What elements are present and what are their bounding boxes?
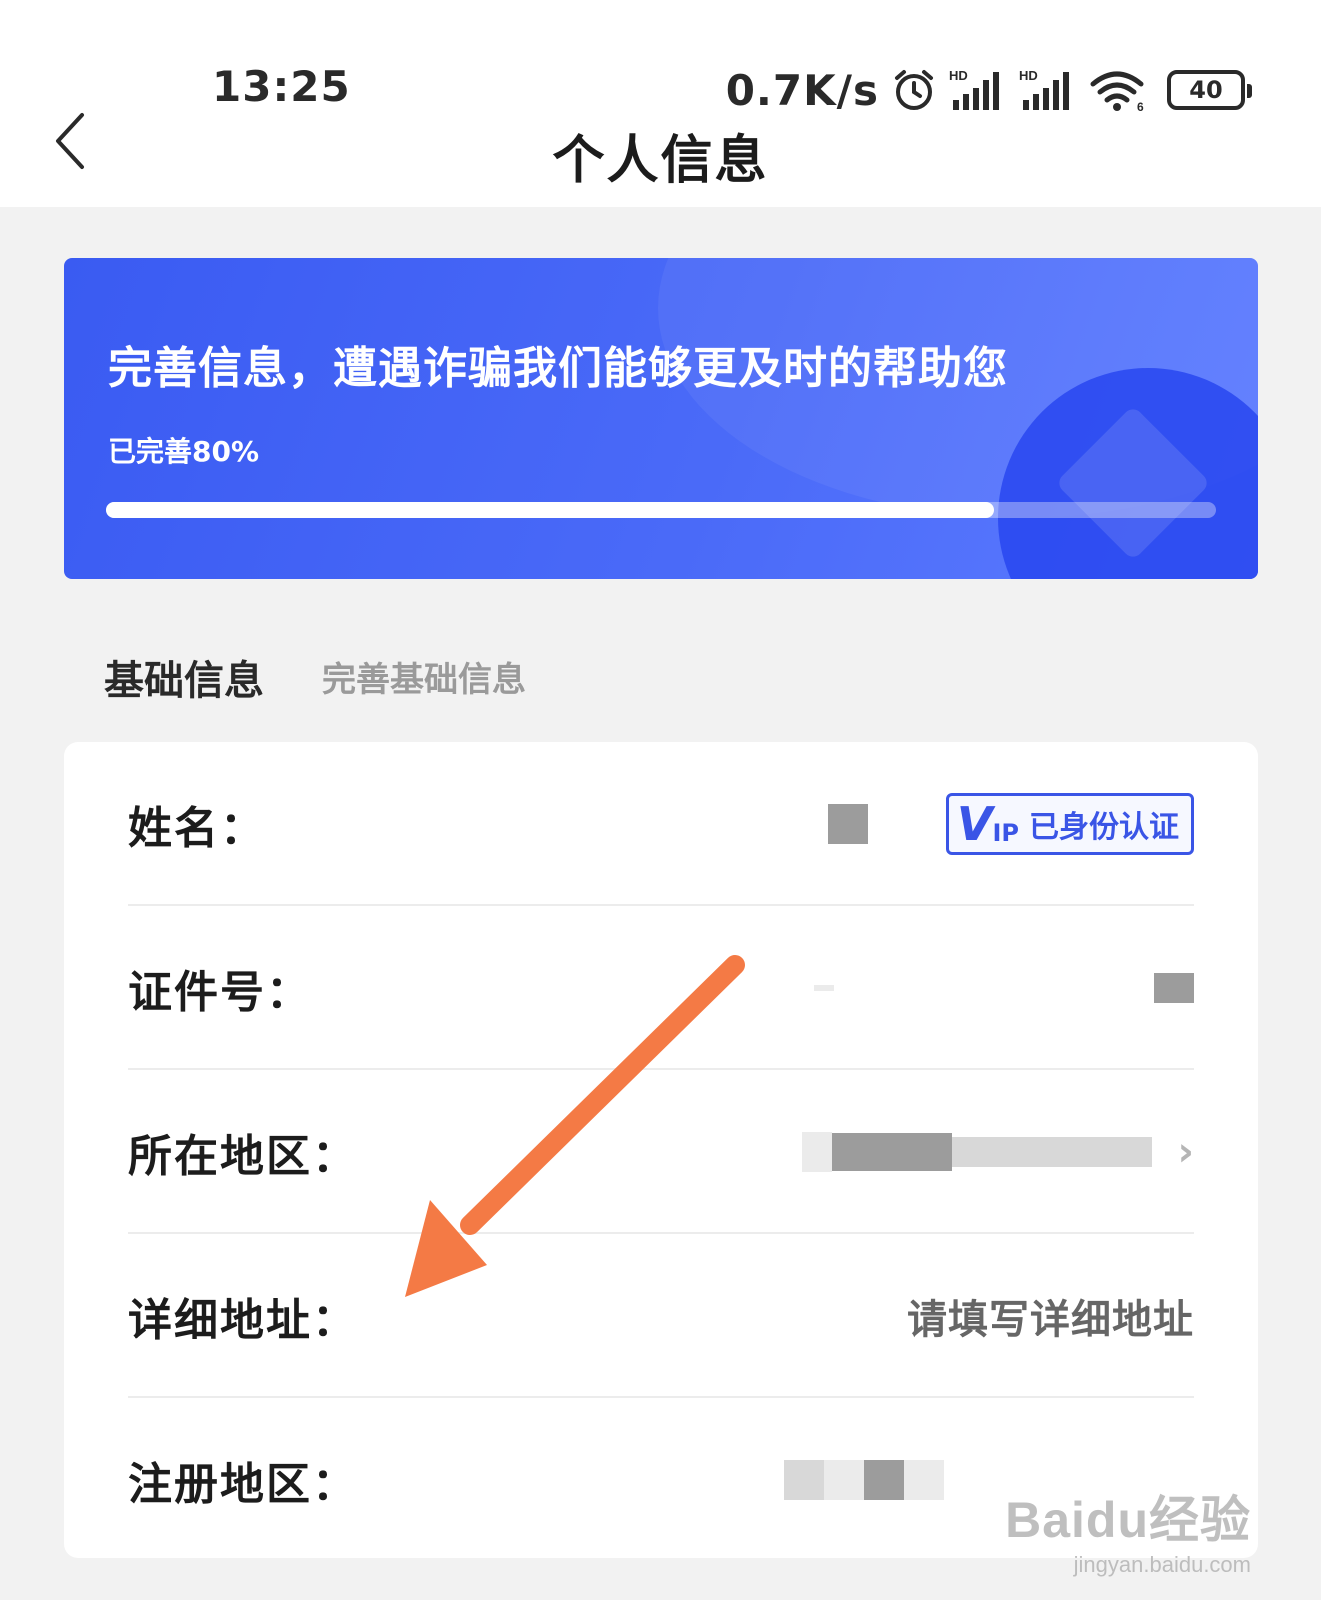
section-subtitle: 完善基础信息 (322, 660, 526, 700)
signal-hd-icon: HD (949, 68, 999, 110)
vip-logo: V IP (956, 797, 1019, 851)
field-row-id-number[interactable]: 证件号： (128, 906, 1194, 1070)
wifi-icon: 6 (1090, 71, 1144, 112)
redacted-value (814, 985, 834, 991)
watermark-url: jingyan.baidu.com (1073, 1552, 1251, 1577)
svg-text:6: 6 (1137, 100, 1144, 112)
page-title: 个人信息 (552, 131, 769, 191)
chevron-right-icon: › (1177, 1129, 1194, 1175)
basic-info-card: 姓名： V IP 已身份认证 证件号： 所在地区： › 详细地址： 请填写详细地… (64, 742, 1258, 1558)
section-title: 基础信息 (104, 658, 264, 704)
field-row-detail-address[interactable]: 详细地址： 请填写详细地址 (128, 1234, 1194, 1398)
net-speed: 0.7K/s (725, 65, 879, 115)
redacted-value (784, 1460, 824, 1500)
top-bar: 13:25 0.7K/s HD HD 6 40 个人信息 (0, 0, 1321, 207)
completion-banner: 完善信息，遭遇诈骗我们能够更及时的帮助您 已完善80% (64, 258, 1258, 579)
svg-text:HD: HD (949, 68, 968, 83)
field-label: 注册地区： (128, 1459, 358, 1510)
redacted-value (1154, 973, 1194, 1003)
field-value (814, 973, 1194, 1003)
redacted-value (824, 1460, 864, 1500)
redacted-value (801, 1132, 832, 1172)
field-label: 姓名： (128, 803, 266, 854)
watermark-brand: Baidu经验 (1005, 1492, 1251, 1548)
field-row-name[interactable]: 姓名： V IP 已身份认证 (128, 742, 1194, 906)
detail-address-input[interactable]: 请填写详细地址 (907, 1287, 1194, 1345)
battery-icon: 40 (1167, 70, 1252, 110)
svg-text:HD: HD (1019, 68, 1038, 83)
verified-badge: V IP 已身份认证 (945, 793, 1194, 855)
field-value: › (801, 1129, 1194, 1175)
verified-badge-text: 已身份认证 (1029, 810, 1179, 845)
field-label: 证件号： (128, 967, 312, 1018)
alarm-icon (895, 70, 933, 110)
watermark: Baidu经验 jingyan.baidu.com (1005, 1480, 1251, 1578)
progress-bar (106, 502, 1216, 518)
field-value: V IP 已身份认证 (827, 793, 1194, 855)
signal-hd-icon: HD (1019, 68, 1069, 110)
redacted-value (864, 1460, 904, 1500)
field-label: 所在地区： (128, 1131, 358, 1182)
progress-bar-fill (106, 502, 994, 518)
field-label: 详细地址： (128, 1295, 358, 1346)
status-icons: 0.7K/s HD HD 6 40 (725, 62, 1252, 118)
status-time: 13:25 (212, 62, 351, 111)
redacted-value (904, 1460, 944, 1500)
redacted-value (951, 1137, 1152, 1167)
battery-level: 40 (1189, 76, 1223, 104)
redacted-value (827, 804, 868, 844)
redacted-value (831, 1133, 952, 1171)
progress-label: 已完善80% (108, 435, 260, 468)
field-value (784, 1460, 944, 1500)
field-row-region[interactable]: 所在地区： › (128, 1070, 1194, 1234)
banner-title: 完善信息，遭遇诈骗我们能够更及时的帮助您 (108, 343, 1008, 394)
